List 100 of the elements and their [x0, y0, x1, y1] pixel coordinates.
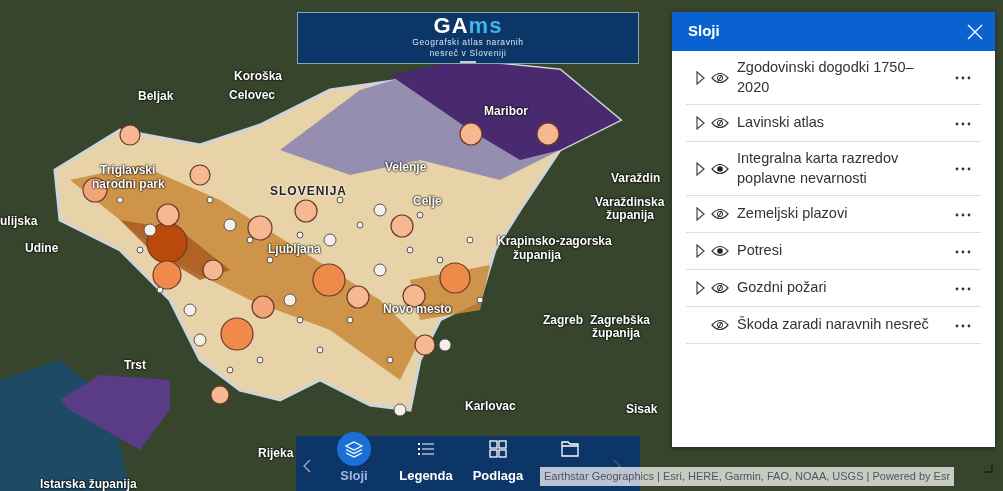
event-marker[interactable]: [294, 199, 318, 223]
event-marker[interactable]: [439, 262, 471, 294]
event-marker[interactable]: [136, 246, 144, 254]
event-marker[interactable]: [336, 196, 344, 204]
city-label: Celovec: [229, 89, 276, 101]
expand-icon[interactable]: [696, 161, 705, 176]
event-marker[interactable]: [406, 246, 414, 254]
region-label: Zagrebška: [590, 314, 651, 326]
expand-icon[interactable]: [696, 281, 705, 296]
country-label: SLOVENIJA: [270, 185, 347, 197]
eye-slash-icon[interactable]: [711, 117, 729, 130]
event-marker[interactable]: [373, 263, 387, 277]
event-marker[interactable]: [266, 256, 274, 264]
region-label: Varaždinska: [595, 196, 665, 208]
event-marker[interactable]: [436, 256, 444, 264]
city-label: Trst: [124, 359, 146, 371]
event-marker[interactable]: [116, 196, 124, 204]
layer-name: Integralna karta razredov poplavne nevarnosti: [737, 149, 900, 188]
region-label: ulijska: [0, 215, 38, 227]
event-marker[interactable]: [156, 203, 180, 227]
chevron-left-icon[interactable]: [303, 459, 311, 474]
expand-icon[interactable]: [696, 207, 705, 222]
event-marker[interactable]: [346, 316, 354, 324]
more-icon: [955, 121, 971, 126]
event-marker[interactable]: [390, 214, 414, 238]
layer-row[interactable]: Zemeljski plazovi: [686, 196, 981, 234]
region-label: narodni park: [92, 178, 165, 190]
app-subtitle: Geografski atlas naravnih nesreč v Sloveniji: [412, 37, 524, 59]
event-marker[interactable]: [189, 164, 211, 186]
event-marker[interactable]: [312, 263, 346, 297]
eye-slash-icon[interactable]: [711, 71, 729, 84]
layer-row[interactable]: Integralna karta razredov poplavne nevarnosti: [686, 142, 981, 197]
map-attribution: Earthstar Geographics | Esri, HERE, Garmin, FAO, NOAA, USGS | Powered by Esr: [540, 467, 955, 486]
event-marker[interactable]: [193, 333, 207, 347]
eye-icon[interactable]: [711, 245, 729, 258]
expand-icon[interactable]: [696, 244, 705, 259]
event-marker[interactable]: [438, 338, 452, 352]
toolbar-tab[interactable]: Podlaga: [462, 436, 534, 486]
event-marker[interactable]: [536, 122, 560, 146]
event-marker[interactable]: [220, 317, 254, 351]
event-marker[interactable]: [373, 203, 387, 217]
event-marker[interactable]: [476, 296, 484, 304]
event-marker[interactable]: [346, 285, 370, 309]
event-marker[interactable]: [283, 293, 297, 307]
event-marker[interactable]: [152, 260, 182, 290]
more-icon: [955, 287, 971, 292]
eye-slash-icon[interactable]: [711, 208, 729, 221]
layer-name: Lavinski atlas: [737, 113, 826, 133]
event-marker[interactable]: [143, 223, 157, 237]
toolbar-tab[interactable]: Legenda: [390, 436, 462, 486]
event-marker[interactable]: [206, 196, 214, 204]
event-marker[interactable]: [323, 233, 337, 247]
more-icon: [955, 250, 971, 255]
event-marker[interactable]: [393, 403, 407, 417]
more-icon: [955, 213, 971, 218]
expand-icon[interactable]: [696, 116, 705, 131]
region-label: Koroška: [234, 70, 283, 82]
event-marker[interactable]: [156, 286, 164, 294]
event-marker[interactable]: [386, 356, 394, 364]
region-label: Istarska županija: [40, 478, 137, 490]
drag-handle[interactable]: [460, 61, 476, 63]
event-marker[interactable]: [296, 316, 304, 324]
layer-row[interactable]: Potresi: [686, 233, 981, 271]
layer-name: Zemeljski plazovi: [737, 204, 849, 224]
layer-row[interactable]: Škoda zaradi naravnih nesreč: [686, 307, 981, 345]
event-marker[interactable]: [246, 236, 254, 244]
panel-title: Sloji: [688, 21, 720, 42]
region-label: županija: [592, 327, 640, 339]
event-marker[interactable]: [416, 211, 424, 219]
city-label: Rijeka: [258, 447, 294, 459]
event-marker[interactable]: [202, 259, 224, 281]
grid-icon: [488, 439, 508, 459]
layer-row[interactable]: Zgodovinski dogodki 1750–2020: [686, 51, 981, 106]
event-marker[interactable]: [119, 124, 141, 146]
layer-row[interactable]: Lavinski atlas: [686, 105, 981, 143]
eye-slash-icon[interactable]: [711, 282, 729, 295]
city-label: Celje: [413, 195, 442, 207]
event-marker[interactable]: [414, 334, 436, 356]
eye-slash-icon[interactable]: [711, 319, 729, 332]
event-marker[interactable]: [146, 222, 188, 264]
event-marker[interactable]: [183, 303, 197, 317]
expand-icon[interactable]: [696, 70, 705, 85]
eye-icon[interactable]: [711, 162, 729, 175]
resize-handle[interactable]: [985, 465, 993, 473]
event-marker[interactable]: [210, 385, 230, 405]
city-label: Udine: [25, 242, 59, 254]
event-marker[interactable]: [356, 221, 364, 229]
event-marker[interactable]: [466, 236, 474, 244]
event-marker[interactable]: [459, 122, 483, 146]
event-marker[interactable]: [247, 215, 273, 241]
event-marker[interactable]: [316, 346, 324, 354]
city-label: Ljubljana: [268, 243, 321, 255]
event-marker[interactable]: [256, 356, 264, 364]
event-marker[interactable]: [226, 366, 234, 374]
event-marker[interactable]: [296, 231, 304, 239]
close-button[interactable]: [967, 23, 983, 40]
layer-row[interactable]: Gozdni požari: [686, 270, 981, 308]
event-marker[interactable]: [251, 295, 275, 319]
more-icon: [955, 76, 971, 81]
event-marker[interactable]: [223, 218, 237, 232]
